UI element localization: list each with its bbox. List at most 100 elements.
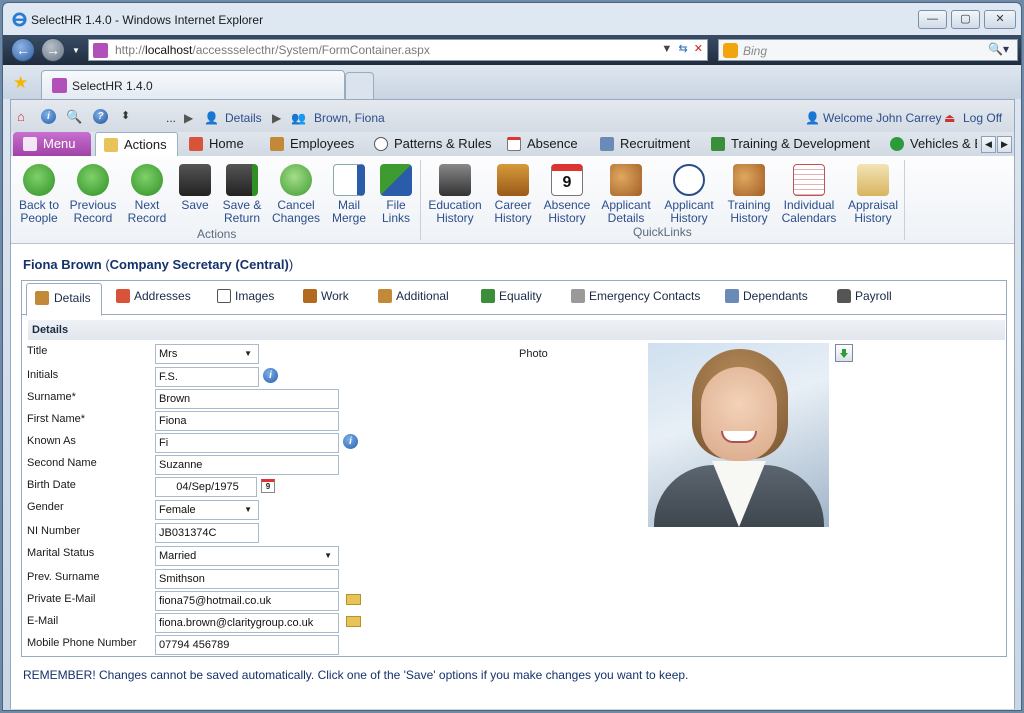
birth-date-label: Birth Date [27, 479, 76, 491]
logoff-icon: ⏏ [944, 111, 956, 125]
ni-number-field[interactable]: JB031374C [155, 523, 259, 543]
birth-date-field[interactable]: 04/Sep/1975 [155, 477, 257, 497]
clock-icon [374, 137, 388, 151]
ribbon-scroll-left-button[interactable]: ◀ [981, 136, 996, 153]
tab-training-development[interactable]: Training & Development [711, 132, 870, 156]
known-as-info-icon[interactable]: i [343, 434, 358, 449]
first-name-field[interactable]: Fiona [155, 411, 339, 431]
history-dropdown-icon[interactable]: ▼ [72, 46, 80, 55]
close-window-button[interactable]: ✕ [984, 10, 1016, 29]
minimize-button[interactable]: — [918, 10, 947, 29]
applicant-history-button[interactable]: Applicant History [659, 164, 719, 225]
home-tab-icon [189, 137, 203, 151]
favorites-star-icon[interactable]: ★ [13, 73, 28, 93]
resize-icon[interactable]: ⬍ [121, 109, 130, 122]
known-as-label: Known As [27, 435, 76, 447]
tab-recruitment[interactable]: Recruitment [600, 132, 690, 156]
actions-icon [104, 138, 118, 152]
prev-surname-field[interactable]: Smithson [155, 569, 339, 589]
search-icon[interactable]: 🔍▾ [988, 42, 1009, 56]
breadcrumb-arrow-icon: ▶ [184, 111, 194, 125]
home-icon[interactable]: ⌂ [17, 109, 25, 124]
url-host: localhost [145, 43, 193, 57]
date-picker-icon[interactable]: 9 [261, 479, 275, 493]
maximize-button[interactable]: ▢ [951, 10, 980, 29]
absence-history-button[interactable]: 9 Absence History [537, 164, 597, 225]
main-content: Fiona Brown (Company Secretary (Central)… [11, 245, 1014, 709]
browser-tabs-row: ★ SelectHR 1.4.0 [3, 65, 1021, 99]
known-as-field[interactable]: Fi [155, 433, 339, 453]
tab-addresses[interactable]: Addresses [116, 289, 191, 303]
vehicles-icon [890, 137, 904, 151]
mobile-phone-field[interactable]: 07794 456789 [155, 635, 339, 655]
career-history-button[interactable]: Career History [483, 164, 543, 225]
second-name-field[interactable]: Suzanne [155, 455, 339, 475]
breadcrumb-details[interactable]: Details [225, 111, 262, 125]
tab-employees[interactable]: Employees [270, 132, 354, 156]
send-email-icon[interactable] [346, 594, 361, 605]
about-info-icon[interactable]: i [41, 109, 56, 124]
individual-calendars-button[interactable]: Individual Calendars [779, 164, 839, 225]
stop-icon[interactable]: ✕ [694, 43, 703, 55]
breadcrumb-person[interactable]: Brown, Fiona [314, 111, 385, 125]
initials-field[interactable]: F.S. [155, 367, 259, 387]
browser-tab-selecthr[interactable]: SelectHR 1.4.0 [41, 70, 345, 99]
search-field[interactable]: Bing 🔍▾ [718, 39, 1018, 61]
tab-patterns-rules[interactable]: Patterns & Rules [374, 132, 492, 156]
send-email-icon[interactable] [346, 616, 361, 627]
title-select[interactable]: Mrs [155, 344, 259, 364]
logoff-link[interactable]: Log Off [963, 111, 1002, 125]
forward-button[interactable]: → [41, 38, 65, 62]
appraisal-history-button[interactable]: Appraisal History [843, 164, 903, 225]
refresh-icon[interactable]: ⇆ [678, 43, 687, 55]
breadcrumb-ellipsis[interactable]: ... [166, 111, 176, 125]
back-button[interactable]: ← [11, 38, 35, 62]
tab-dependants[interactable]: Dependants [725, 289, 808, 303]
address-field[interactable]: http://localhost/accessselecthr/System/F… [88, 39, 708, 61]
ribbon-scroll-right-button[interactable]: ▶ [997, 136, 1012, 153]
tab-absence[interactable]: Absence [507, 132, 578, 156]
tab-images[interactable]: Images [217, 289, 274, 303]
url-scheme: http:// [115, 43, 146, 57]
new-tab-button[interactable] [345, 72, 374, 99]
actions-group-label: Actions [197, 227, 237, 241]
tab-work[interactable]: Work [303, 289, 349, 303]
save-return-button[interactable]: Save & Return [212, 164, 272, 225]
tab-vehicles[interactable]: Vehicles & Be [890, 132, 977, 156]
tab-additional[interactable]: Additional [378, 289, 449, 303]
menu-people-icon [23, 137, 37, 151]
second-name-label: Second Name [27, 457, 97, 469]
cancel-changes-button[interactable]: Cancel Changes [266, 164, 326, 225]
file-links-button[interactable]: File Links [366, 164, 426, 225]
tab-actions[interactable]: Actions [95, 132, 178, 156]
tab-emergency-contacts[interactable]: Emergency Contacts [571, 289, 700, 303]
menu-button[interactable]: Menu [13, 132, 91, 156]
applicant-details-button[interactable]: Applicant Details [596, 164, 656, 225]
employee-name: Fiona Brown [23, 257, 102, 272]
applicant-details-icon [610, 164, 642, 196]
initials-info-icon[interactable]: i [263, 368, 278, 383]
file-links-icon [380, 164, 412, 196]
ribbon-group-separator [420, 160, 421, 240]
find-icon[interactable]: 🔍 [66, 109, 82, 125]
tab-equality[interactable]: Equality [481, 289, 542, 303]
education-history-button[interactable]: Education History [425, 164, 485, 225]
initials-label: Initials [27, 369, 59, 381]
address-dropdown-icon[interactable]: ▼ [661, 43, 672, 55]
photo-label: Photo [519, 348, 548, 360]
tab-payroll[interactable]: Payroll [837, 289, 892, 303]
help-icon[interactable]: ? [93, 109, 108, 124]
tab-home[interactable]: Home [189, 132, 244, 156]
calendar-icon [507, 137, 521, 151]
tab-details[interactable]: Details [26, 283, 102, 316]
back-to-people-button[interactable]: Back to People [9, 164, 69, 225]
undo-icon [280, 164, 312, 196]
email-field[interactable]: fiona.brown@claritygroup.co.uk [155, 613, 339, 633]
marital-status-select[interactable]: Married [155, 546, 339, 566]
download-photo-icon[interactable] [835, 344, 853, 362]
training-history-button[interactable]: Training History [719, 164, 779, 225]
private-email-field[interactable]: fiona75@hotmail.co.uk [155, 591, 339, 611]
surname-field[interactable]: Brown [155, 389, 339, 409]
gender-select[interactable]: Female [155, 500, 259, 520]
previous-record-button[interactable]: Previous Record [63, 164, 123, 225]
